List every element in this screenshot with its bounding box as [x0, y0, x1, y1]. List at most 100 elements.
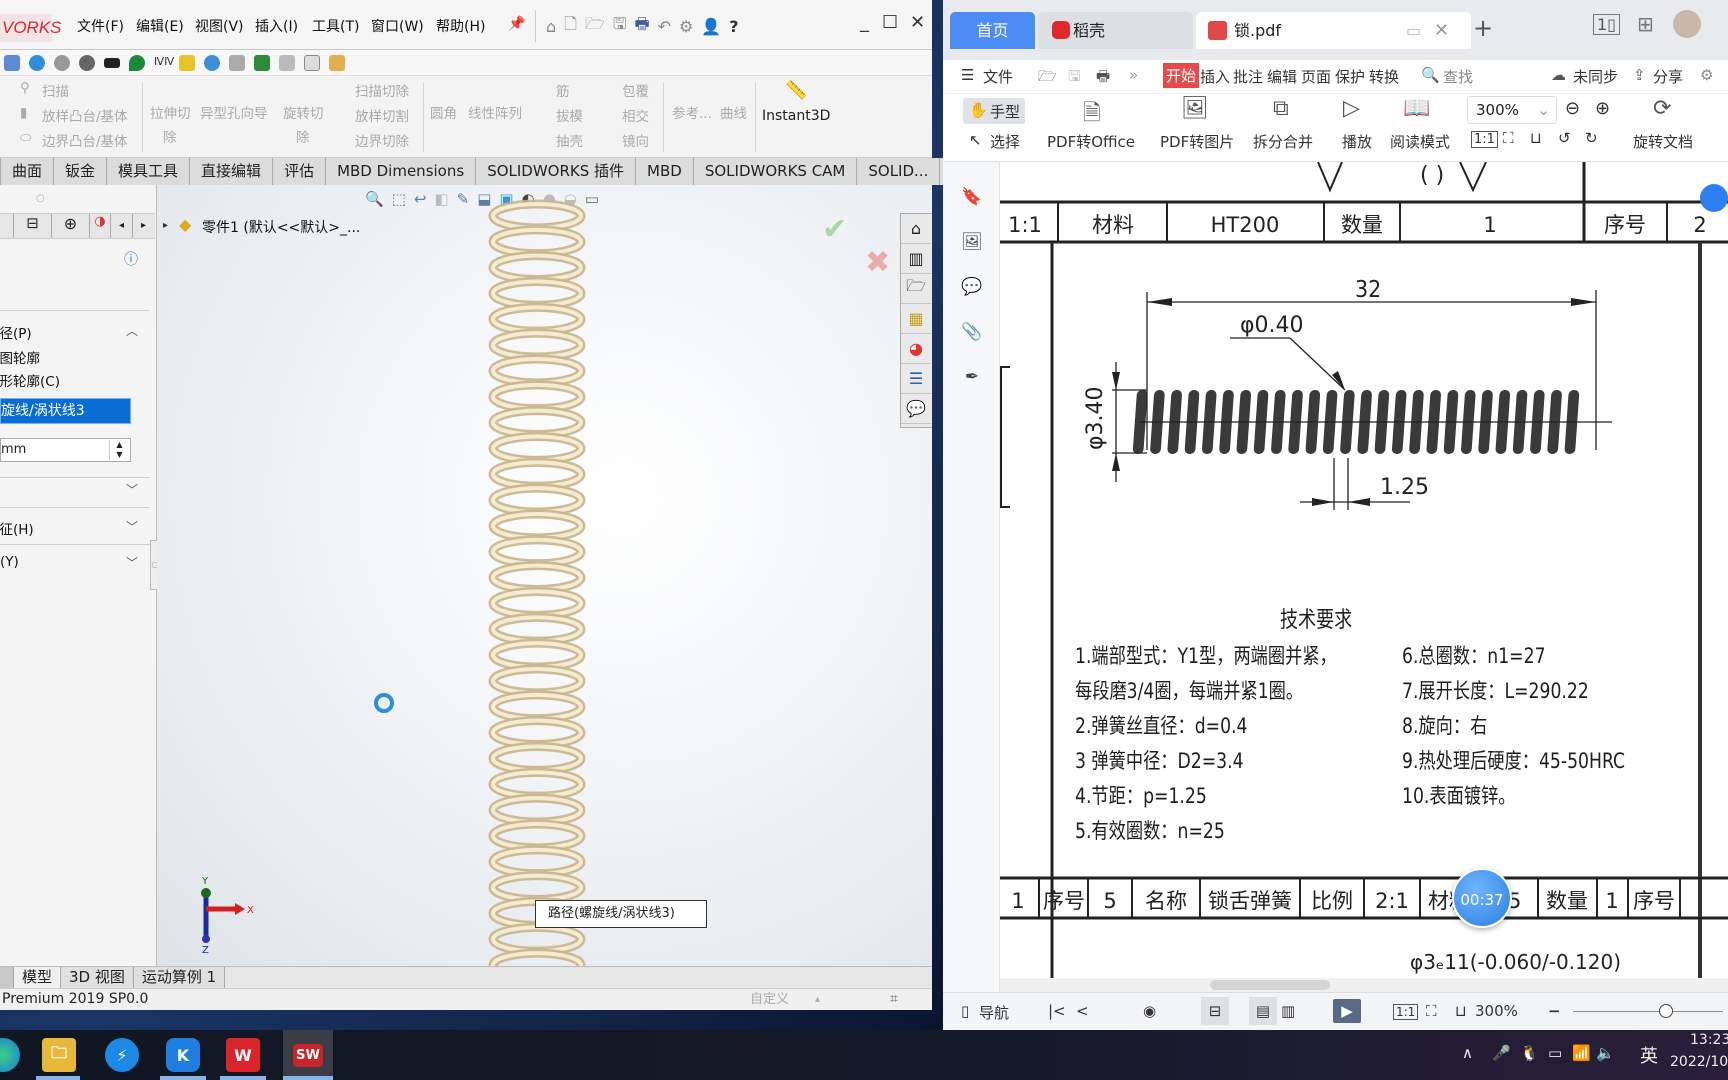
- lofted-cut-button[interactable]: 放样切割: [355, 105, 409, 125]
- search-button[interactable]: 查找: [1443, 66, 1473, 87]
- tab-home[interactable]: 首页: [950, 12, 1035, 49]
- options-section-header[interactable]: (Y) ﹀: [0, 554, 150, 570]
- guide-section-header[interactable]: ﹀: [0, 481, 150, 505]
- rotate-left-icon[interactable]: ↺: [1558, 129, 1571, 147]
- open-folder-icon[interactable]: 🗁: [1038, 66, 1057, 91]
- units-selector[interactable]: 自定义: [750, 989, 789, 1010]
- sweep-button[interactable]: 扫描: [42, 80, 69, 100]
- pin-screen-icon[interactable]: ▭: [1406, 12, 1421, 49]
- extrude-cut-button[interactable]: 拉伸切: [150, 102, 191, 122]
- select-tool-button[interactable]: 选择: [990, 131, 1020, 152]
- swept-cut-button[interactable]: 扫描切除: [355, 80, 409, 100]
- boundary-cut-button[interactable]: 边界切除: [355, 130, 409, 150]
- curves-button[interactable]: 曲线: [720, 102, 747, 122]
- help-book-icon[interactable]: [329, 54, 345, 71]
- diameter-spinner[interactable]: ▲ ▼: [109, 440, 129, 460]
- undo-icon[interactable]: ↶: [658, 17, 671, 36]
- wps-app-icon[interactable]: W: [226, 1038, 260, 1072]
- prev-page-icon[interactable]: <: [1076, 1002, 1089, 1020]
- zoom-to-fit-icon[interactable]: 🔍: [365, 190, 384, 208]
- kugou-app-icon[interactable]: K: [166, 1038, 200, 1072]
- tab-solidworks-cam[interactable]: SOLIDWORKS CAM: [693, 158, 858, 185]
- volume-icon[interactable]: 🔈: [1596, 1044, 1615, 1062]
- search-icon[interactable]: 🔍: [1421, 66, 1440, 84]
- shell-button[interactable]: 抽壳: [556, 130, 583, 150]
- maximize-button[interactable]: ☐: [882, 12, 898, 33]
- play-slideshow-icon[interactable]: ▶: [1333, 999, 1361, 1023]
- bookmark-icon[interactable]: 🔖: [961, 187, 983, 209]
- tab-scroll[interactable]: [0, 967, 14, 988]
- settings-gear-icon[interactable]: ⚙: [1700, 66, 1713, 84]
- zoom-slider-track[interactable]: [1573, 1011, 1723, 1012]
- gear-dark-icon[interactable]: [79, 54, 95, 71]
- revolve-cut-button[interactable]: 旋转切: [283, 102, 324, 122]
- menu-file[interactable]: 文件: [983, 66, 1013, 87]
- path-callout[interactable]: 路径(螺旋线/涡状线3): [535, 900, 707, 928]
- rebuild-status-icon[interactable]: ⌗: [890, 989, 898, 1010]
- continuous-view-icon[interactable]: ⊟: [1201, 997, 1229, 1025]
- magnifier-icon[interactable]: [204, 54, 220, 71]
- resources-home-icon[interactable]: ⌂: [901, 214, 931, 244]
- nav-button[interactable]: 导航: [979, 1002, 1009, 1023]
- scrollbar-thumb[interactable]: [1210, 980, 1330, 990]
- loft-boss-button[interactable]: 放样凸台/基体: [42, 105, 128, 125]
- gear-icon[interactable]: [54, 54, 70, 71]
- wrap-button[interactable]: 包覆: [622, 80, 649, 100]
- sync-status[interactable]: 未同步: [1573, 66, 1618, 87]
- home-icon[interactable]: ⌂: [546, 17, 556, 36]
- menu-edit[interactable]: 编辑: [1267, 66, 1297, 87]
- apps-grid-icon[interactable]: ⊞: [1637, 12, 1654, 36]
- menu-insert[interactable]: 插入(I): [255, 16, 298, 36]
- menu-window[interactable]: 窗口(W): [371, 16, 424, 36]
- eye-protect-icon[interactable]: ◉: [1143, 1002, 1156, 1020]
- microphone-icon[interactable]: 🎤: [1492, 1044, 1511, 1062]
- location-icon[interactable]: [129, 54, 145, 71]
- tab-evaluate[interactable]: 评估: [273, 158, 327, 185]
- zoom-select[interactable]: 300% ⌄: [1467, 96, 1557, 124]
- printer-icon[interactable]: [279, 54, 295, 71]
- tab-model[interactable]: 模型: [14, 967, 62, 988]
- tab-solid-more[interactable]: SOLID...: [857, 158, 941, 185]
- linear-pattern-button[interactable]: 线性阵列: [468, 102, 522, 122]
- tray-expand-icon[interactable]: ∧: [1462, 1044, 1473, 1062]
- view-palette-icon[interactable]: ▦: [901, 304, 931, 334]
- floating-tool-icon[interactable]: [1700, 184, 1728, 212]
- rotate-right-icon[interactable]: ↻: [1585, 129, 1598, 147]
- pdf-to-image-button[interactable]: PDF转图片: [1160, 131, 1234, 152]
- custom-properties-icon[interactable]: ☰: [901, 364, 931, 394]
- zoom-level[interactable]: 300%: [1475, 1002, 1518, 1020]
- open-icon[interactable]: 🗁: [585, 13, 605, 40]
- path-selection-box[interactable]: 螺旋线/涡状线3: [0, 398, 131, 424]
- zoom-out-button[interactable]: −: [1548, 1002, 1561, 1020]
- actual-size-icon[interactable]: 1:1: [1471, 131, 1498, 148]
- zoom-slider-thumb[interactable]: [1659, 1004, 1673, 1018]
- pdf-page-view[interactable]: ( ) 1:1材料HT200数量1序号2 1序号5名称锁舌弹簧比例2:1材料65…: [1000, 162, 1728, 980]
- minimize-button[interactable]: _: [860, 12, 869, 33]
- wifi-icon[interactable]: 📶: [1572, 1044, 1591, 1062]
- pdf-to-office-button[interactable]: PDF转Office: [1047, 131, 1135, 152]
- property-tab-icon[interactable]: ⊟: [14, 214, 52, 238]
- menu-protect[interactable]: 保护: [1335, 66, 1365, 87]
- menu-help[interactable]: 帮助(H): [436, 16, 485, 36]
- chevron-down-icon[interactable]: ﹀: [126, 554, 138, 571]
- hamburger-menu-icon[interactable]: ☰: [961, 66, 974, 84]
- scroll-left-icon[interactable]: ◂: [110, 214, 132, 238]
- hole-wizard-button[interactable]: 异型孔向导: [200, 102, 268, 122]
- signature-icon[interactable]: ✒: [961, 367, 983, 389]
- cursor-arrow-icon[interactable]: ↖: [969, 131, 982, 149]
- graphics-area[interactable]: ▸ ◆ 零件1 (默认<<默认>_... 🔍 ⬚ ↩ ◧ ✎ ⬓ ▣ ◐ ● ◒…: [157, 185, 932, 970]
- panel-grip[interactable]: ○: [36, 193, 45, 204]
- feishu-app-icon[interactable]: ⚡: [105, 1038, 139, 1072]
- fit-page-icon[interactable]: ⛶: [1426, 1002, 1437, 1020]
- fit-width-icon[interactable]: ⊔: [1530, 129, 1542, 147]
- tab-mold-tools[interactable]: 模具工具: [107, 158, 191, 185]
- chevron-down-icon[interactable]: ﹀: [126, 518, 138, 535]
- cancel-x-icon[interactable]: ✖: [865, 245, 890, 280]
- reference-geometry-button[interactable]: 参考...: [672, 102, 712, 122]
- close-tab-icon[interactable]: ✕: [1434, 12, 1449, 49]
- menu-start[interactable]: 开始: [1163, 63, 1200, 88]
- ok-check-icon[interactable]: ✔: [822, 212, 847, 247]
- qq-icon[interactable]: 🐧: [1520, 1044, 1539, 1062]
- tab-solidworks-addins[interactable]: SOLIDWORKS 插件: [476, 158, 637, 185]
- tab-pdf-file[interactable]: 锁.pdf ▭ ✕: [1196, 12, 1471, 49]
